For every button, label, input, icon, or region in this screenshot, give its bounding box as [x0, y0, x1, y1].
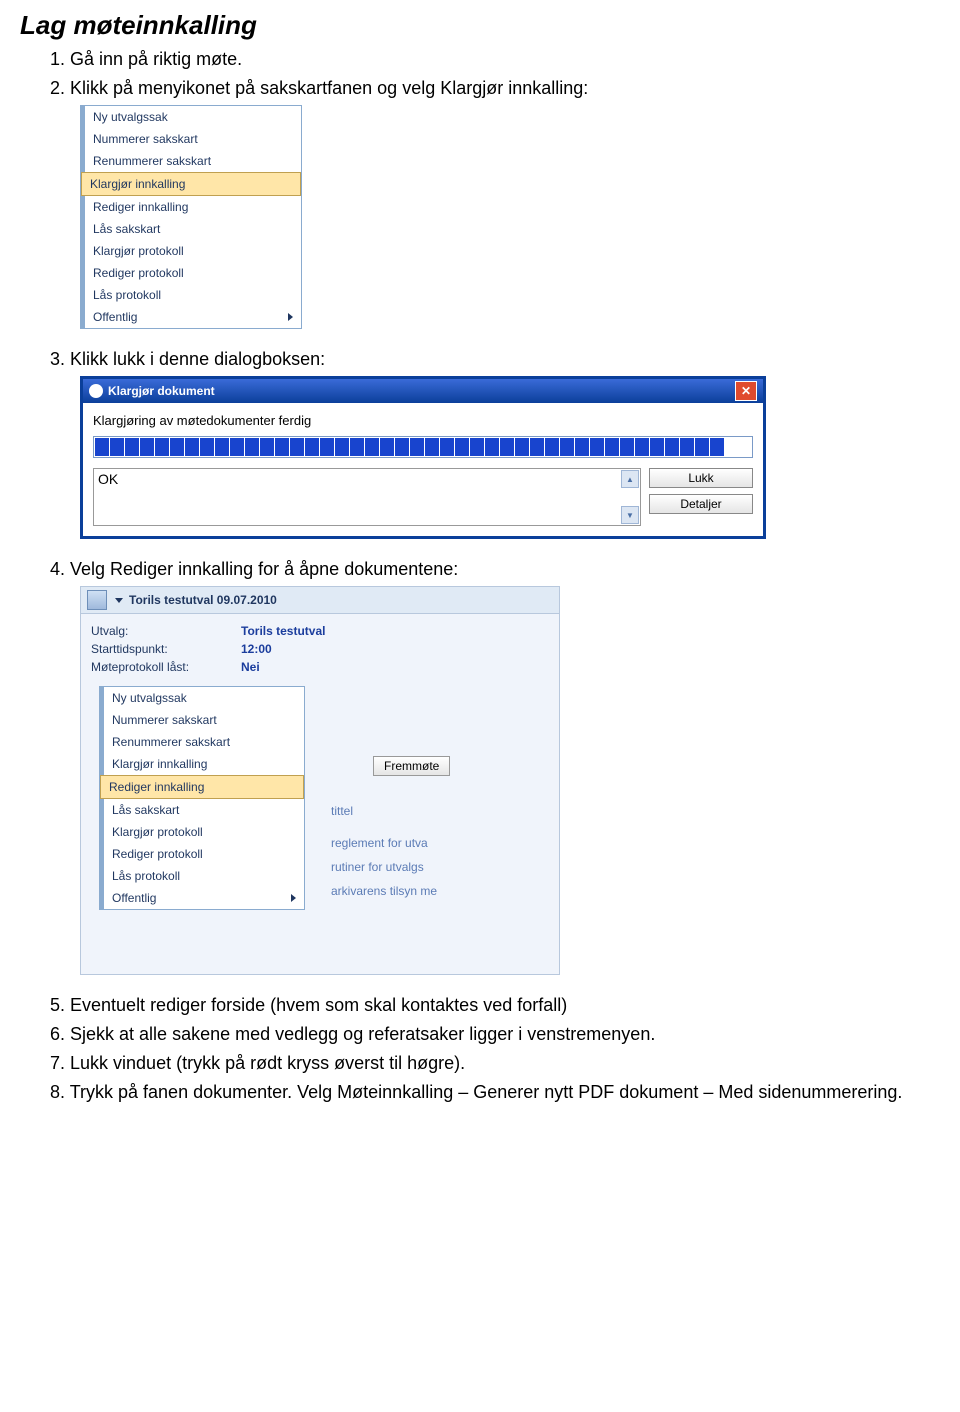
close-button[interactable]: Lukk: [649, 468, 753, 488]
page-title: Lag møteinnkalling: [20, 10, 940, 41]
start-value: 12:00: [241, 642, 272, 656]
step-5: 5. Eventuelt rediger forside (hvem som s…: [50, 995, 940, 1016]
step-7: 7. Lukk vinduet (trykk på rødt kryss øve…: [50, 1053, 940, 1074]
menu2-item-label: Offentlig: [112, 891, 156, 905]
menu-item-klargjor-protokoll[interactable]: Klargjør protokoll: [81, 240, 301, 262]
menu2-offentlig[interactable]: Offentlig: [100, 887, 304, 909]
panel-header-title: Torils testutval 09.07.2010: [129, 593, 277, 607]
lock-value: Nei: [241, 660, 260, 674]
submenu-arrow-icon: [291, 894, 296, 902]
dialog-message: Klargjøring av møtedokumenter ferdig: [93, 413, 753, 428]
menu-item-las-protokoll[interactable]: Lås protokoll: [81, 284, 301, 306]
menu-item-renummerer[interactable]: Renummerer sakskart: [81, 150, 301, 172]
dialog-titlebar: Klargjør dokument ✕: [83, 379, 763, 403]
menu2-nummerer[interactable]: Nummerer sakskart: [100, 709, 304, 731]
context-menu-2: Ny utvalgssak Nummerer sakskart Renummer…: [99, 686, 305, 910]
context-menu-1: Ny utvalgssak Nummerer sakskart Renummer…: [80, 105, 302, 329]
start-label: Starttidspunkt:: [91, 642, 241, 656]
menu2-rediger-innkalling[interactable]: Rediger innkalling: [100, 775, 304, 799]
menu-item-nummerer[interactable]: Nummerer sakskart: [81, 128, 301, 150]
progress-bar: [93, 436, 753, 458]
menu-item-ny-utvalgssak[interactable]: Ny utvalgssak: [81, 106, 301, 128]
step-1: 1. Gå inn på riktig møte.: [50, 49, 940, 70]
menu2-klargjor-innkalling[interactable]: Klargjør innkalling: [100, 753, 304, 775]
dialog-ok-text: OK: [98, 471, 118, 487]
utvalg-value: Torils testutval: [241, 624, 325, 638]
step-2: 2. Klikk på menyikonet på sakskartfanen …: [50, 78, 940, 99]
panel-header: Torils testutval 09.07.2010: [80, 586, 560, 614]
menu-item-las-sakskart[interactable]: Lås sakskart: [81, 218, 301, 240]
menu-item-rediger-protokoll[interactable]: Rediger protokoll: [81, 262, 301, 284]
step-3: 3. Klikk lukk i denne dialogboksen:: [50, 349, 940, 370]
menu-item-klargjor-innkalling[interactable]: Klargjør innkalling: [81, 172, 301, 196]
menu2-ny-utvalgssak[interactable]: Ny utvalgssak: [100, 687, 304, 709]
details-button[interactable]: Detaljer: [649, 494, 753, 514]
step-8: 8. Trykk på fanen dokumenter. Velg Møtei…: [50, 1082, 940, 1103]
document-icon[interactable]: [87, 590, 107, 610]
dialog-log-area: OK ▲ ▼: [93, 468, 641, 526]
menu2-las-protokoll[interactable]: Lås protokoll: [100, 865, 304, 887]
scroll-up-icon[interactable]: ▲: [621, 470, 639, 488]
bg-text-tittel: tittel: [331, 804, 353, 818]
menu2-las-sakskart[interactable]: Lås sakskart: [100, 799, 304, 821]
lock-label: Møteprotokoll låst:: [91, 660, 241, 674]
menu-item-rediger-innkalling[interactable]: Rediger innkalling: [81, 196, 301, 218]
bg-text-rutiner: rutiner for utvalgs: [331, 860, 424, 874]
dialog-klargjor: Klargjør dokument ✕ Klargjøring av møted…: [80, 376, 766, 539]
bg-text-arkivarens: arkivarens tilsyn me: [331, 884, 437, 898]
step-6: 6. Sjekk at alle sakene med vedlegg og r…: [50, 1024, 940, 1045]
utvalg-label: Utvalg:: [91, 624, 241, 638]
menu-item-offentlig[interactable]: Offentlig: [81, 306, 301, 328]
menu2-renummerer[interactable]: Renummerer sakskart: [100, 731, 304, 753]
scroll-down-icon[interactable]: ▼: [621, 506, 639, 524]
menu2-rediger-protokoll[interactable]: Rediger protokoll: [100, 843, 304, 865]
dropdown-arrow-icon[interactable]: [115, 598, 123, 603]
submenu-arrow-icon: [288, 313, 293, 321]
dialog-title: Klargjør dokument: [108, 384, 215, 398]
bg-text-reglement: reglement for utva: [331, 836, 428, 850]
meeting-panel: Torils testutval 09.07.2010 Utvalg: Tori…: [80, 586, 560, 975]
ie-icon: [89, 384, 103, 398]
close-icon[interactable]: ✕: [735, 381, 757, 401]
menu-item-label: Offentlig: [93, 310, 137, 324]
fremmote-button[interactable]: Fremmøte: [373, 756, 450, 776]
menu2-klargjor-protokoll[interactable]: Klargjør protokoll: [100, 821, 304, 843]
step-4: 4. Velg Rediger innkalling for å åpne do…: [50, 559, 940, 580]
